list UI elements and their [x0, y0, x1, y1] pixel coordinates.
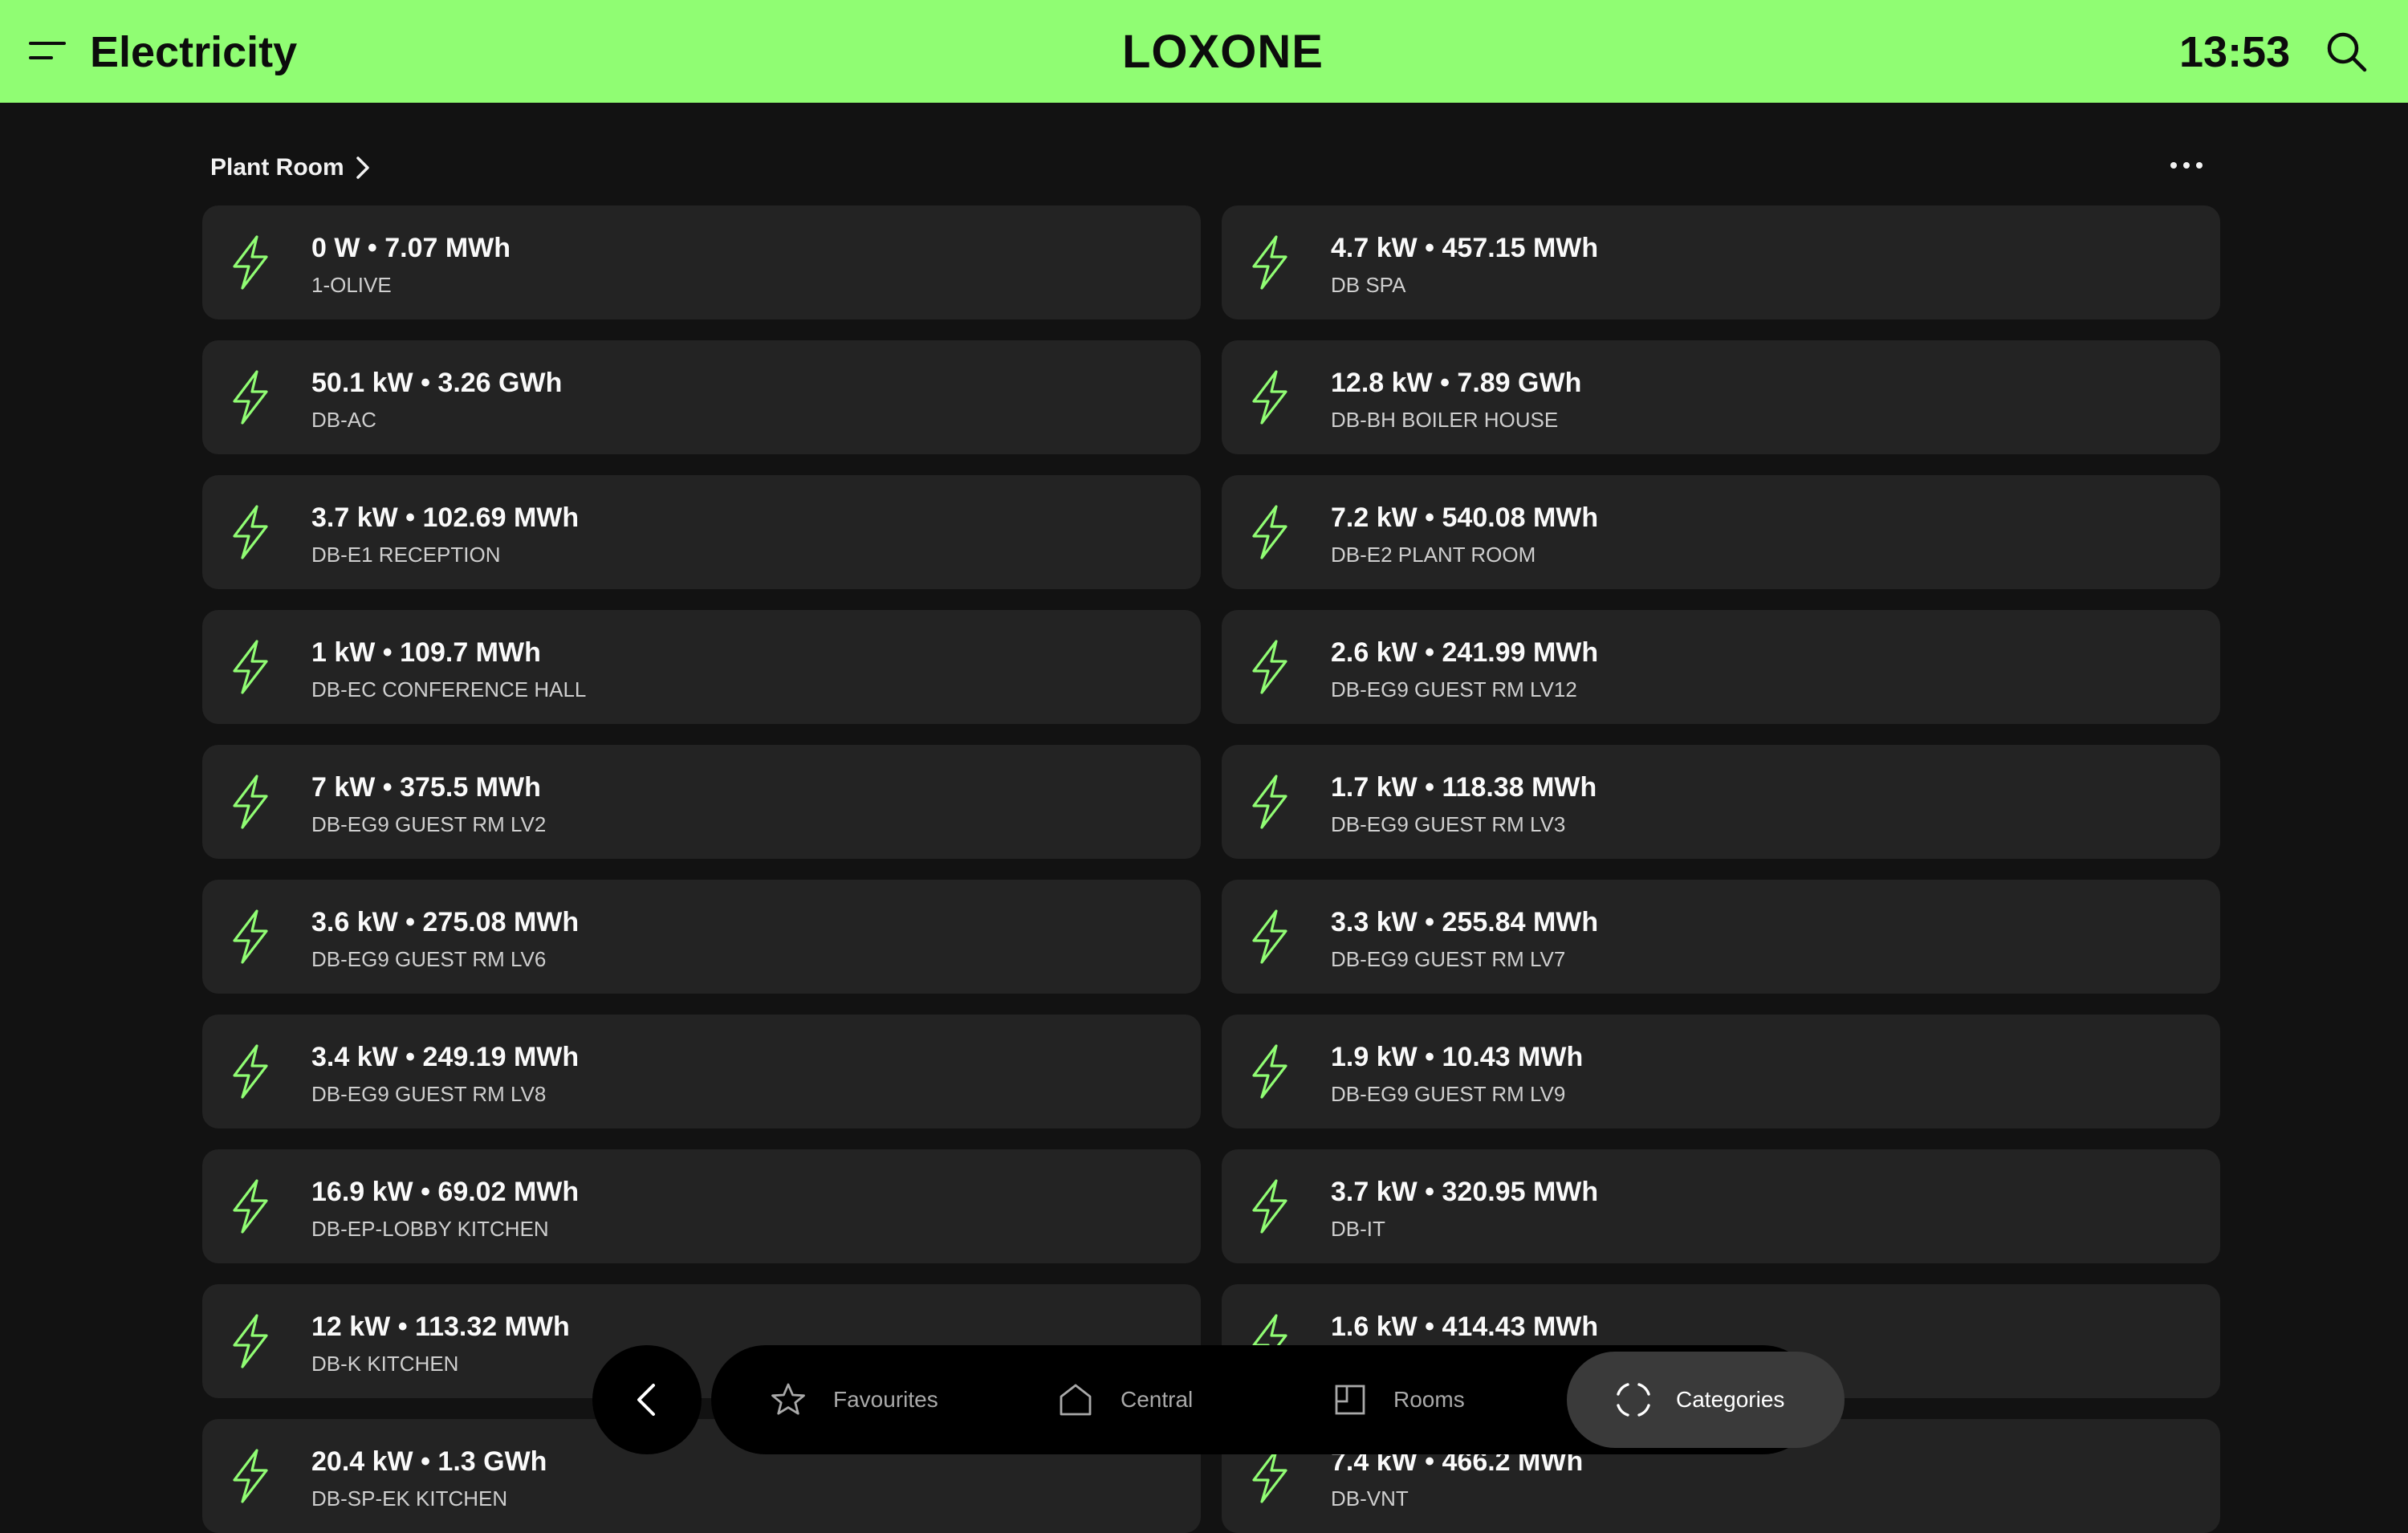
meter-value: 20.4 kW • 1.3 GWh [311, 1446, 547, 1477]
meter-tile[interactable]: 3.6 kW • 275.08 MWh DB-EG9 GUEST RM LV6 [202, 880, 1201, 994]
meter-value: 3.7 kW • 102.69 MWh [311, 502, 580, 533]
tab-label: Categories [1676, 1387, 1785, 1412]
meter-tile[interactable]: 0 W • 7.07 MWh 1-OLIVE [202, 205, 1201, 319]
meter-name: DB-EG9 GUEST RM LV12 [1331, 677, 1577, 701]
meter-tile[interactable]: 1.9 kW • 10.43 MWh DB-EG9 GUEST RM LV9 [1222, 1015, 2220, 1128]
meter-tile[interactable]: 4.7 kW • 457.15 MWh DB SPA [1222, 205, 2220, 319]
lightning-bolt-icon [233, 775, 268, 829]
meter-name: DB-IT [1331, 1217, 1385, 1241]
meter-tile[interactable]: 16.9 kW • 69.02 MWh DB-EP-LOBBY KITCHEN [202, 1149, 1201, 1263]
meter-tile[interactable]: 50.1 kW • 3.26 GWh DB-AC [202, 340, 1201, 454]
lightning-bolt-icon [233, 640, 268, 694]
tab-label: Rooms [1393, 1387, 1465, 1412]
meter-name: DB-EG9 GUEST RM LV2 [311, 812, 547, 836]
meter-tile[interactable]: 3.4 kW • 249.19 MWh DB-EG9 GUEST RM LV8 [202, 1015, 1201, 1128]
tab-rooms[interactable]: Rooms [1334, 1345, 1465, 1454]
meter-value: 1.6 kW • 414.43 MWh [1331, 1311, 1599, 1342]
meter-value: 12.8 kW • 7.89 GWh [1331, 368, 1582, 398]
room-icon [1335, 1385, 1365, 1415]
lightning-bolt-icon [1252, 909, 1287, 964]
lightning-bolt-icon [1252, 1179, 1287, 1234]
top-bar: Electricity LOXONE 13:53 [0, 0, 2408, 103]
meter-name: DB-E1 RECEPTION [311, 543, 501, 567]
meter-tile[interactable]: 7 kW • 375.5 MWh DB-EG9 GUEST RM LV2 [202, 745, 1201, 859]
meter-name: DB-EG9 GUEST RM LV3 [1331, 812, 1566, 836]
lightning-bolt-icon [233, 505, 268, 559]
meter-name: DB-EC CONFERENCE HALL [311, 677, 587, 701]
meter-value: 1.9 kW • 10.43 MWh [1331, 1042, 1584, 1072]
room-label: Plant Room [210, 154, 344, 181]
lightning-bolt-icon [233, 1044, 268, 1099]
search-icon[interactable] [2324, 29, 2369, 74]
meter-value: 3.4 kW • 249.19 MWh [311, 1042, 580, 1072]
meter-value: 7 kW • 375.5 MWh [311, 772, 541, 803]
lightning-bolt-icon [233, 1314, 268, 1368]
meter-name: DB-E2 PLANT ROOM [1331, 543, 1536, 567]
lightning-bolt-icon [233, 1179, 268, 1234]
meter-tile[interactable]: 3.7 kW • 102.69 MWh DB-E1 RECEPTION [202, 475, 1201, 589]
meter-value: 12 kW • 113.32 MWh [311, 1311, 570, 1342]
meter-value: 4.7 kW • 457.15 MWh [1331, 233, 1599, 263]
tab-bar: Favourites Central Rooms Categories [711, 1345, 1845, 1454]
page-title: Electricity [90, 28, 298, 76]
star-icon [771, 1383, 805, 1415]
meter-value: 1 kW • 109.7 MWh [311, 637, 541, 668]
room-breadcrumb[interactable]: Plant Room [210, 148, 370, 188]
bottom-navigation: Favourites Central Rooms Categories [592, 1345, 1845, 1454]
meter-name: DB-K KITCHEN [311, 1352, 459, 1376]
clock: 13:53 [2179, 28, 2291, 76]
meter-name: DB SPA [1331, 273, 1406, 297]
meter-value: 50.1 kW • 3.26 GWh [311, 368, 563, 398]
meter-tile[interactable]: 12.8 kW • 7.89 GWh DB-BH BOILER HOUSE [1222, 340, 2220, 454]
meter-tile[interactable]: 1.7 kW • 118.38 MWh DB-EG9 GUEST RM LV3 [1222, 745, 2220, 859]
lightning-bolt-icon [233, 909, 268, 964]
tab-favourites[interactable]: Favourites [771, 1345, 938, 1454]
meter-name: DB-EP-LOBBY KITCHEN [311, 1217, 549, 1241]
meter-value: 3.6 kW • 275.08 MWh [311, 907, 580, 937]
meter-value: 16.9 kW • 69.02 MWh [311, 1177, 580, 1207]
meter-name: DB-AC [311, 408, 376, 432]
meter-name: DB-SP-EK KITCHEN [311, 1486, 508, 1511]
meter-value: 1.7 kW • 118.38 MWh [1331, 772, 1597, 803]
lightning-bolt-icon [233, 235, 268, 290]
meter-value: 0 W • 7.07 MWh [311, 233, 511, 263]
menu-icon[interactable] [29, 39, 66, 63]
meter-name: DB-EG9 GUEST RM LV7 [1331, 947, 1566, 971]
lightning-bolt-icon [1252, 235, 1287, 290]
back-button[interactable] [592, 1345, 702, 1454]
lightning-bolt-icon [1252, 640, 1287, 694]
meter-name: DB-VNT [1331, 1486, 1409, 1511]
tab-label: Central [1121, 1387, 1194, 1412]
lightning-bolt-icon [1252, 370, 1287, 425]
meter-value: 3.7 kW • 320.95 MWh [1331, 1177, 1599, 1207]
chevron-left-icon [637, 1384, 655, 1416]
more-dots-icon[interactable] [2167, 149, 2206, 181]
lightning-bolt-icon [1252, 1044, 1287, 1099]
categories-icon [1617, 1383, 1650, 1417]
meter-name: DB-EG9 GUEST RM LV8 [311, 1082, 547, 1106]
meter-tile[interactable]: 3.7 kW • 320.95 MWh DB-IT [1222, 1149, 2220, 1263]
meter-name: DB-BH BOILER HOUSE [1331, 408, 1559, 432]
home-icon [1060, 1384, 1092, 1416]
meter-tile[interactable]: 7.2 kW • 540.08 MWh DB-E2 PLANT ROOM [1222, 475, 2220, 589]
meter-name: DB-EG9 GUEST RM LV6 [311, 947, 547, 971]
tab-label: Favourites [833, 1387, 938, 1412]
meter-value: 2.6 kW • 241.99 MWh [1331, 637, 1599, 668]
lightning-bolt-icon [1252, 1449, 1287, 1503]
meter-tile[interactable]: 1 kW • 109.7 MWh DB-EC CONFERENCE HALL [202, 610, 1201, 724]
lightning-bolt-icon [1252, 775, 1287, 829]
meter-tile[interactable]: 2.6 kW • 241.99 MWh DB-EG9 GUEST RM LV12 [1222, 610, 2220, 724]
meter-name: 1-OLIVE [311, 273, 392, 297]
meter-value: 3.3 kW • 255.84 MWh [1331, 907, 1599, 937]
lightning-bolt-icon [233, 370, 268, 425]
meter-value: 7.2 kW • 540.08 MWh [1331, 502, 1599, 533]
lightning-bolt-icon [233, 1449, 268, 1503]
meter-name: DB-EG9 GUEST RM LV9 [1331, 1082, 1566, 1106]
loxone-logo: LOXONE [1122, 26, 1324, 78]
lightning-bolt-icon [1252, 505, 1287, 559]
tab-central[interactable]: Central [1058, 1345, 1193, 1454]
tab-categories[interactable]: Categories [1567, 1352, 1845, 1448]
chevron-right-icon [356, 157, 369, 179]
meter-tile[interactable]: 3.3 kW • 255.84 MWh DB-EG9 GUEST RM LV7 [1222, 880, 2220, 994]
